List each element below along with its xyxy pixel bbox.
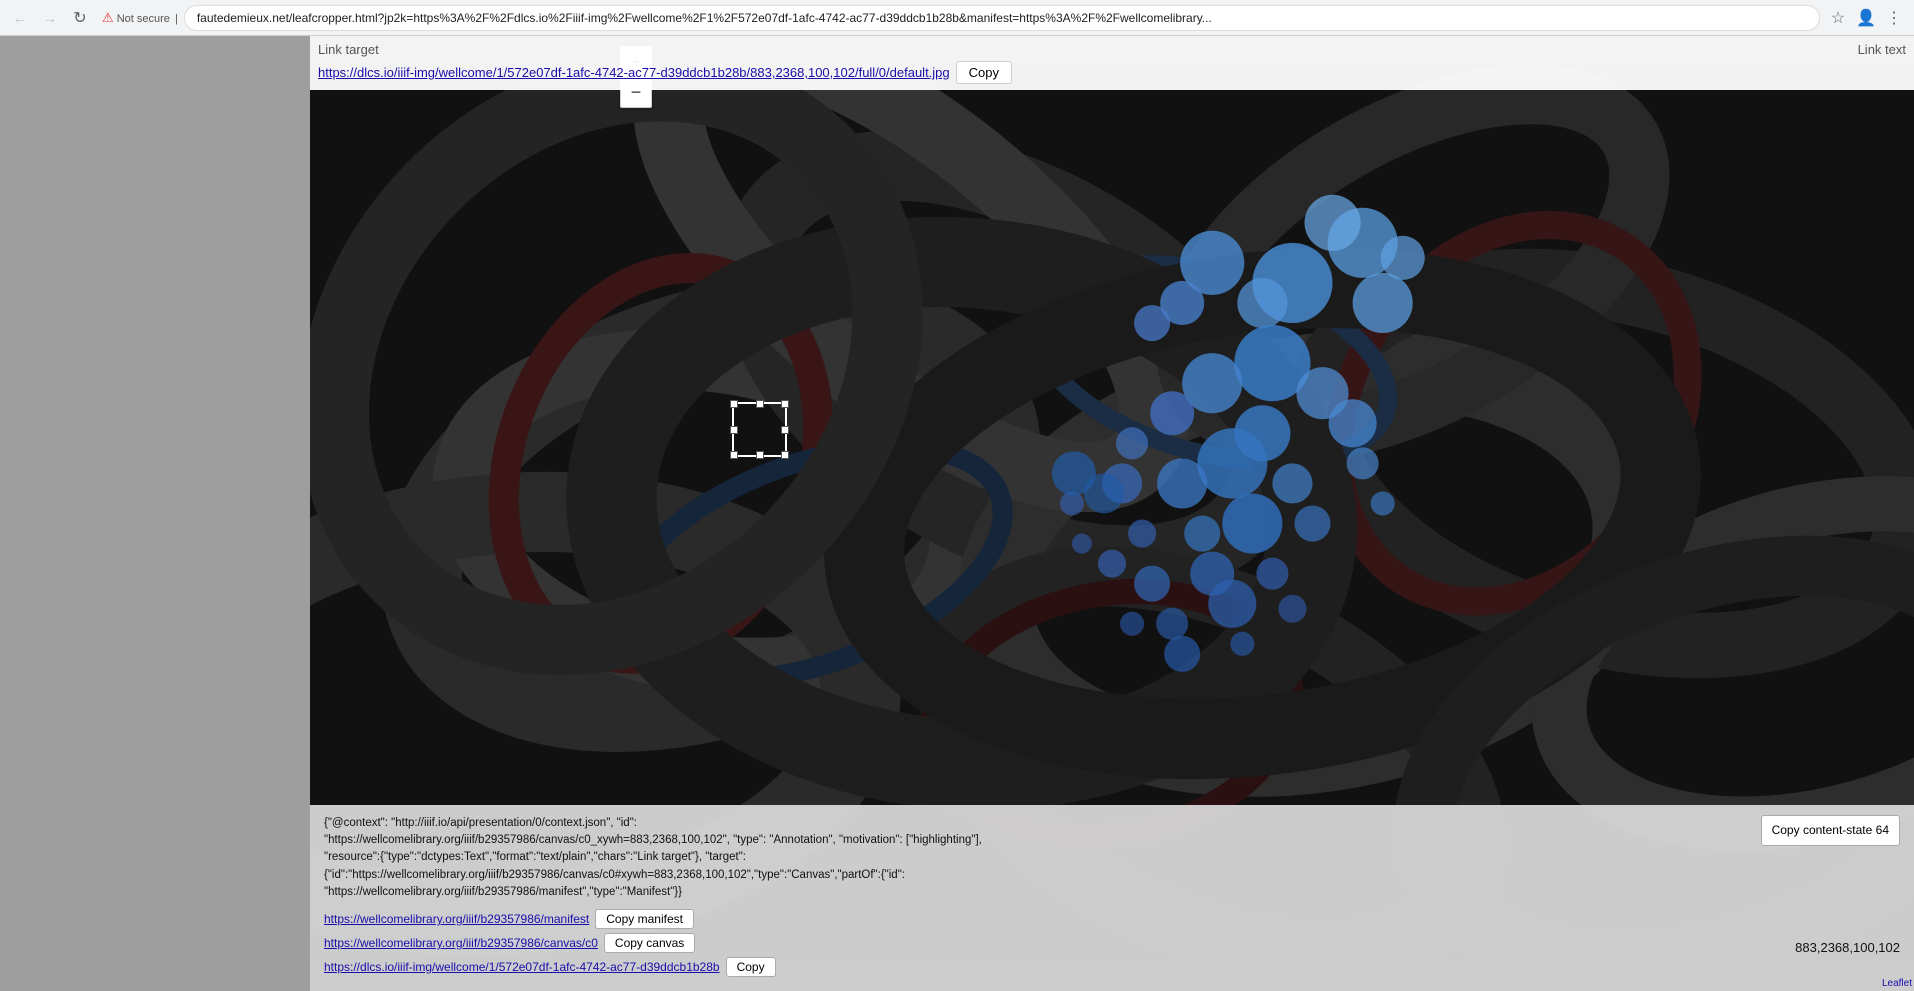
top-bar-labels: Link target Link text [318,42,1906,57]
handle-ml[interactable] [730,426,738,434]
canvas-row: https://wellcomelibrary.org/iiif/b293579… [324,933,1900,953]
left-sidebar [0,36,310,991]
json-line3: "resource":{"type":"dctypes:Text","forma… [324,851,746,863]
canvas-link[interactable]: https://wellcomelibrary.org/iiif/b293579… [324,936,598,950]
bottom-panel: {"@context": "http://iiif.io/api/present… [310,805,1914,991]
leaflet-attribution: Leaflet [1882,978,1912,989]
leaflet-link[interactable]: Leaflet [1882,978,1912,989]
link-text-label: Link text [1858,42,1906,57]
browser-chrome: ← → ↻ ⚠ Not secure | ☆ 👤 ⋮ [0,0,1914,36]
handle-tr[interactable] [781,400,789,408]
link-target-label: Link target [318,42,379,57]
handle-bm[interactable] [756,451,764,459]
top-bar: Link target Link text https://dlcs.io/ii… [310,36,1914,90]
copy-image-button[interactable]: Copy [726,957,776,977]
copy-url-button[interactable]: Copy [956,61,1012,84]
image-link[interactable]: https://dlcs.io/iiif-img/wellcome/1/572e… [324,960,720,974]
top-bar-url-row: https://dlcs.io/iiif-img/wellcome/1/572e… [318,61,1906,84]
back-button[interactable]: ← [8,6,32,30]
json-line1: {"@context": "http://iiif.io/api/present… [324,817,637,829]
address-bar[interactable] [184,5,1820,31]
json-content: {"@context": "http://iiif.io/api/present… [324,815,1900,901]
browser-icons: ☆ 👤 ⋮ [1826,6,1906,30]
secure-indicator: ⚠ Not secure | [102,10,178,26]
image-row: https://dlcs.io/iiif-img/wellcome/1/572e… [324,957,1900,977]
handle-bl[interactable] [730,451,738,459]
profile-button[interactable]: 👤 [1854,6,1878,30]
handle-tm[interactable] [756,400,764,408]
copy-manifest-button[interactable]: Copy manifest [595,909,694,929]
bookmark-button[interactable]: ☆ [1826,6,1850,30]
iiif-url-link[interactable]: https://dlcs.io/iiif-img/wellcome/1/572e… [318,65,950,80]
image-viewer[interactable]: + − Link target Link text https://dlcs.i… [310,36,1914,991]
selection-box[interactable] [732,402,787,457]
reload-button[interactable]: ↻ [68,6,92,30]
main-container: + − Link target Link text https://dlcs.i… [0,36,1914,991]
handle-br[interactable] [781,451,789,459]
handle-tl[interactable] [730,400,738,408]
json-line2: "https://wellcomelibrary.org/iiif/b29357… [324,834,982,846]
copy-canvas-button[interactable]: Copy canvas [604,933,695,953]
forward-button[interactable]: → [38,6,62,30]
manifest-link[interactable]: https://wellcomelibrary.org/iiif/b293579… [324,912,589,926]
json-line4: {"id":"https://wellcomelibrary.org/iiif/… [324,869,905,881]
coords-display: 883,2368,100,102 [1795,940,1900,955]
json-line5: "https://wellcomelibrary.org/iiif/b29357… [324,886,682,898]
handle-mr[interactable] [781,426,789,434]
copy-content-state-button[interactable]: Copy content-state 64 [1761,815,1900,846]
menu-button[interactable]: ⋮ [1882,6,1906,30]
manifest-row: https://wellcomelibrary.org/iiif/b293579… [324,909,1900,929]
